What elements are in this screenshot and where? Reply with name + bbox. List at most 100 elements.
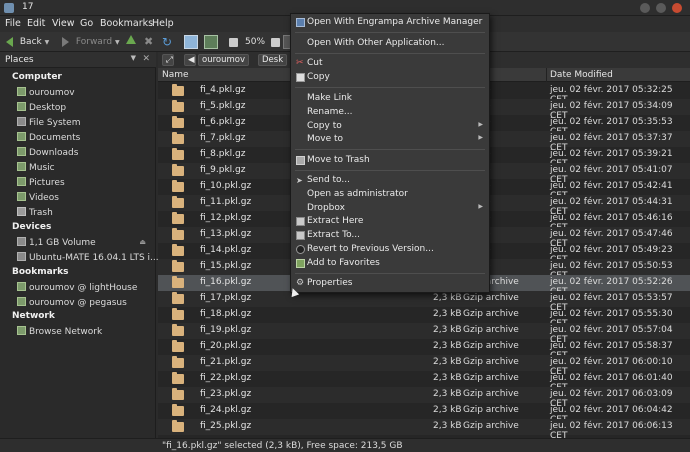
file-name: fi_25.pkl.gz xyxy=(200,421,252,431)
stop-icon[interactable]: ✖ xyxy=(144,35,153,49)
file-type: Gzip archive xyxy=(463,341,519,351)
column-date[interactable]: Date Modified xyxy=(550,70,613,80)
file-size: 2,3 kB xyxy=(433,293,462,303)
table-row[interactable]: fi_22.pkl.gz 2,3 kB Gzip archive jeu. 02 fé… xyxy=(158,371,690,393)
menu-help[interactable]: Help xyxy=(152,18,174,29)
favorites-icon xyxy=(296,259,305,268)
close-icon[interactable] xyxy=(672,3,682,13)
sidebar-item-documents[interactable]: Documents xyxy=(17,132,80,146)
computer-icon[interactable] xyxy=(204,35,218,49)
menu-view[interactable]: View xyxy=(52,18,75,29)
menu-item-move-to-trash[interactable]: Move to Trash xyxy=(291,154,489,168)
archive-file-icon xyxy=(172,276,184,288)
file-type: Gzip archive xyxy=(463,309,519,319)
sidebar-item-bookmark-lighthouse[interactable]: ouroumov @ lightHouse xyxy=(17,282,137,296)
status-text: "fi_16.pkl.gz" selected (2,3 kB), Free s… xyxy=(162,441,403,451)
file-name: fi_7.pkl.gz xyxy=(200,133,246,143)
sidebar-item-music[interactable]: Music xyxy=(17,162,55,176)
back-dropdown-icon[interactable]: ▼ xyxy=(45,39,50,46)
file-size: 2,3 kB xyxy=(433,421,462,431)
sidebar-item-bookmark-pegasus[interactable]: ouroumov @ pegasus xyxy=(17,297,127,311)
submenu-arrow-icon: ▶ xyxy=(478,134,483,141)
menu-item-copy[interactable]: Copy xyxy=(291,71,489,85)
submenu-arrow-icon: ▶ xyxy=(478,203,483,210)
forward-arrow-icon xyxy=(62,36,69,47)
up-arrow-icon xyxy=(126,35,136,44)
menu-item-dropbox[interactable]: Dropbox ▶ xyxy=(291,202,489,216)
breadcrumb-home[interactable]: ouroumov xyxy=(198,54,249,66)
menu-item-revert[interactable]: Revert to Previous Version... xyxy=(291,243,489,257)
menu-item-extract-to[interactable]: Extract To... xyxy=(291,229,489,243)
archive-file-icon xyxy=(172,340,184,352)
maximize-icon[interactable] xyxy=(656,3,666,13)
sidebar-item-pictures[interactable]: Pictures xyxy=(17,177,65,191)
home-icon[interactable] xyxy=(184,35,198,49)
archive-file-icon xyxy=(172,356,184,368)
zoom-in-icon[interactable] xyxy=(271,38,280,47)
archive-file-icon xyxy=(172,324,184,336)
edit-location-icon[interactable]: ⤢ xyxy=(162,54,174,66)
file-type: Gzip archive xyxy=(463,389,519,399)
breadcrumb-desktop[interactable]: Desk xyxy=(258,54,288,66)
column-name[interactable]: Name xyxy=(162,70,189,80)
menu-item-make-link[interactable]: Make Link xyxy=(291,92,489,106)
menu-item-rename[interactable]: Rename... xyxy=(291,106,489,120)
up-button[interactable] xyxy=(126,35,136,49)
menu-separator xyxy=(295,149,485,150)
archive-file-icon xyxy=(172,244,184,256)
sidebar-item-desktop[interactable]: Desktop xyxy=(17,102,66,116)
zoom-out-icon[interactable] xyxy=(229,38,238,47)
path-back-icon[interactable]: ◀ xyxy=(184,54,196,66)
table-row[interactable]: fi_18.pkl.gz 2,3 kB Gzip archive jeu. 02 fé… xyxy=(158,307,690,329)
table-row[interactable]: fi_24.pkl.gz 2,3 kB Gzip archive jeu. 02 fé… xyxy=(158,403,690,425)
back-button[interactable]: Back ▼ xyxy=(6,35,49,49)
column-separator xyxy=(546,68,547,82)
sidebar-item-trash[interactable]: Trash xyxy=(17,207,53,221)
menu-item-move-to[interactable]: Move to ▶ xyxy=(291,133,489,147)
network-icon xyxy=(17,326,26,335)
eject-icon[interactable]: ⏏ xyxy=(139,238,146,246)
menu-bookmarks[interactable]: Bookmarks xyxy=(100,18,153,29)
section-devices: Devices xyxy=(12,222,52,232)
archive-file-icon xyxy=(172,228,184,240)
sidebar-item-volume[interactable]: 1,1 GB Volume xyxy=(17,237,96,251)
sidebar-item-ubuntu[interactable]: Ubuntu-MATE 16.04.1 LTS i... xyxy=(17,252,159,266)
network-folder-icon xyxy=(17,282,26,291)
menu-item-open-other[interactable]: Open With Other Application... xyxy=(291,37,489,51)
menu-item-cut[interactable]: ✂ Cut xyxy=(291,57,489,71)
sidebar-item-filesystem[interactable]: File System xyxy=(17,117,80,131)
table-row[interactable]: fi_17.pkl.gz 2,3 kB Gzip archive jeu. 02 fé… xyxy=(158,291,690,313)
archive-file-icon xyxy=(172,148,184,160)
forward-button[interactable]: Forward ▼ xyxy=(62,35,120,49)
close-sidebar-icon[interactable]: ✕ xyxy=(142,54,150,64)
table-row[interactable]: fi_19.pkl.gz 2,3 kB Gzip archive jeu. 02 fé… xyxy=(158,323,690,345)
downloads-icon xyxy=(17,147,26,156)
sidebar-item-downloads[interactable]: Downloads xyxy=(17,147,78,161)
menu-item-copy-to[interactable]: Copy to ▶ xyxy=(291,120,489,134)
menu-separator xyxy=(295,273,485,274)
menu-go[interactable]: Go xyxy=(80,18,93,29)
reload-icon[interactable]: ↻ xyxy=(162,35,172,49)
table-row[interactable]: fi_20.pkl.gz 2,3 kB Gzip archive jeu. 02 fé… xyxy=(158,339,690,361)
file-name: fi_23.pkl.gz xyxy=(200,389,252,399)
menu-item-properties[interactable]: ⚙ Properties xyxy=(291,277,489,291)
menu-file[interactable]: File xyxy=(5,18,21,29)
menu-item-extract-here[interactable]: Extract Here xyxy=(291,215,489,229)
menu-item-open-engrampa[interactable]: Open With Engrampa Archive Manager xyxy=(291,16,489,30)
menu-item-send-to[interactable]: ➤ Send to... xyxy=(291,174,489,188)
menu-item-add-favorites[interactable]: Add to Favorites xyxy=(291,257,489,271)
places-dropdown-icon[interactable]: ▼ xyxy=(131,54,136,62)
sidebar-item-browse-network[interactable]: Browse Network xyxy=(17,326,102,340)
sidebar-item-home[interactable]: ouroumov xyxy=(17,87,75,101)
filesystem-icon xyxy=(17,117,26,126)
table-row[interactable]: fi_23.pkl.gz 2,3 kB Gzip archive jeu. 02 fé… xyxy=(158,387,690,409)
table-row[interactable]: fi_21.pkl.gz 2,3 kB Gzip archive jeu. 02 fé… xyxy=(158,355,690,377)
menu-item-open-as-admin[interactable]: Open as administrator xyxy=(291,188,489,202)
file-name: fi_18.pkl.gz xyxy=(200,309,252,319)
menu-edit[interactable]: Edit xyxy=(27,18,45,29)
minimize-icon[interactable] xyxy=(640,3,650,13)
sidebar-item-videos[interactable]: Videos xyxy=(17,192,59,206)
file-name: fi_14.pkl.gz xyxy=(200,245,252,255)
table-row[interactable]: fi_25.pkl.gz 2,3 kB Gzip archive jeu. 02 fé… xyxy=(158,419,690,438)
forward-dropdown-icon[interactable]: ▼ xyxy=(115,39,120,46)
